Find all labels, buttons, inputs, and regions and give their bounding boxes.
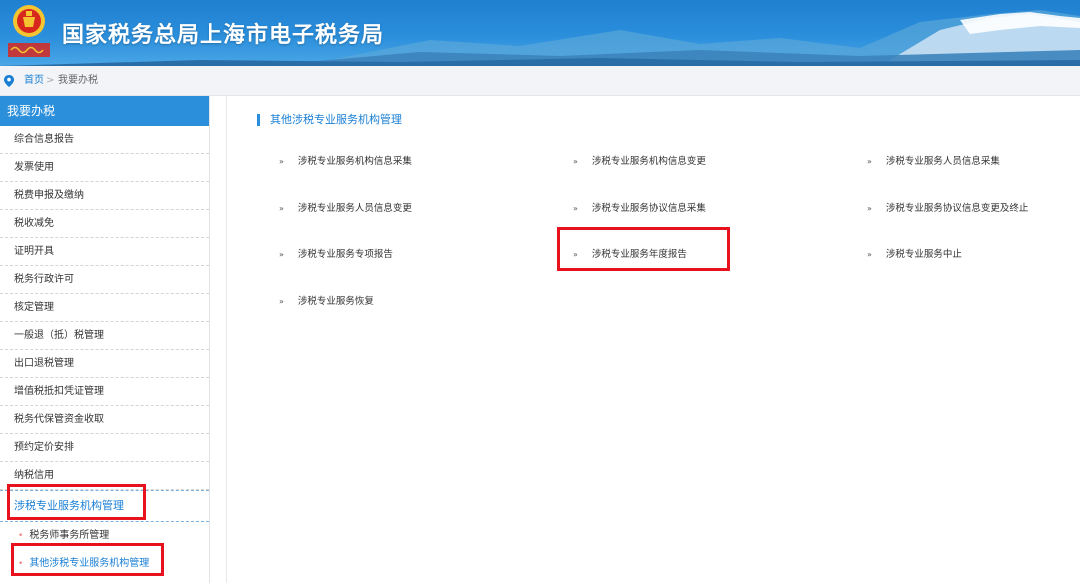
sidebar-item-fund-custody[interactable]: 税务代保管资金收取 [0,406,209,434]
breadcrumb-separator: > [46,75,55,86]
link-annual-report[interactable]: » 涉税专业服务年度报告 [573,246,687,260]
link-staff-info-change[interactable]: » 涉税专业服务人员信息变更 [279,200,412,214]
sidebar-item-invoice-use[interactable]: 发票使用 [0,154,209,182]
double-arrow-icon: » [279,157,284,166]
site-title: 国家税务总局上海市电子税务局 [62,23,385,48]
link-service-suspend[interactable]: » 涉税专业服务中止 [867,246,962,260]
breadcrumb: 首页 > 我要办税 [0,66,1080,96]
section-title: 其他涉税专业服务机构管理 [257,114,402,126]
tax-emblem-logo [6,3,52,59]
sidebar-item-assessment[interactable]: 核定管理 [0,294,209,322]
sidebar-item-apa[interactable]: 预约定价安排 [0,434,209,462]
sidebar-item-tax-credit[interactable]: 纳税信用 [0,462,209,490]
breadcrumb-current: 我要办税 [58,75,98,86]
sidebar-subitem-label: 税务师事务所管理 [29,530,110,541]
link-label: 涉税专业服务人员信息变更 [297,203,412,214]
sidebar: 我要办税 综合信息报告 发票使用 税费申报及缴纳 税收减免 证明开具 税务行政许… [0,96,210,583]
link-agreement-info-collect[interactable]: » 涉税专业服务协议信息采集 [573,200,706,214]
link-service-resume[interactable]: » 涉税专业服务恢复 [279,293,374,307]
link-label: 涉税专业服务恢复 [297,296,374,307]
sidebar-item-export-refund[interactable]: 出口退税管理 [0,350,209,378]
main-content: 其他涉税专业服务机构管理 » 涉税专业服务机构信息采集 » 涉税专业服务机构信息变更… [226,96,1080,583]
sidebar-group-tax-service-agency[interactable]: 涉税专业服务机构管理 [0,490,209,522]
double-arrow-icon: » [573,157,578,166]
double-arrow-icon: » [867,250,872,259]
header-banner: 国家税务总局上海市电子税务局 [0,0,1080,66]
sidebar-item-tax-relief[interactable]: 税收减免 [0,210,209,238]
sidebar-item-refund[interactable]: 一般退（抵）税管理 [0,322,209,350]
sidebar-heading[interactable]: 我要办税 [0,96,209,126]
sidebar-item-tax-declaration[interactable]: 税费申报及缴纳 [0,182,209,210]
double-arrow-icon: » [573,204,578,213]
double-arrow-icon: » [867,204,872,213]
sidebar-subitem-label: 其他涉税专业服务机构管理 [29,558,150,569]
double-arrow-icon: » [867,157,872,166]
link-label: 涉税专业服务协议信息变更及终止 [885,203,1029,214]
sidebar-subitem-other-agency[interactable]: • 其他涉税专业服务机构管理 [0,550,209,578]
sidebar-item-certificate[interactable]: 证明开具 [0,238,209,266]
breadcrumb-home-link[interactable]: 首页 [24,66,44,96]
link-label: 涉税专业服务专项报告 [297,249,393,260]
link-agency-info-change[interactable]: » 涉税专业服务机构信息变更 [573,153,706,167]
link-staff-info-collect[interactable]: » 涉税专业服务人员信息采集 [867,153,1000,167]
sidebar-item-vat-deduction[interactable]: 增值税抵扣凭证管理 [0,378,209,406]
double-arrow-icon: » [279,250,284,259]
sidebar-item-admin-license[interactable]: 税务行政许可 [0,266,209,294]
double-arrow-icon: » [573,250,578,259]
link-label: 涉税专业服务人员信息采集 [885,156,1000,167]
link-label: 涉税专业服务机构信息变更 [591,156,706,167]
link-agency-info-collect[interactable]: » 涉税专业服务机构信息采集 [279,153,412,167]
link-agreement-change-terminate[interactable]: » 涉税专业服务协议信息变更及终止 [867,200,1028,214]
location-pin-icon [4,75,14,87]
bullet-dot-icon: • [18,559,24,569]
sidebar-item-comprehensive-report[interactable]: 综合信息报告 [0,126,209,154]
double-arrow-icon: » [279,297,284,306]
link-label: 涉税专业服务机构信息采集 [297,156,412,167]
bullet-dot-icon: • [18,531,24,541]
link-label: 涉税专业服务年度报告 [591,249,687,260]
sidebar-subitem-tax-firm[interactable]: • 税务师事务所管理 [0,522,209,550]
link-special-report[interactable]: » 涉税专业服务专项报告 [279,246,393,260]
double-arrow-icon: » [279,204,284,213]
link-label: 涉税专业服务中止 [885,249,962,260]
link-label: 涉税专业服务协议信息采集 [591,203,706,214]
